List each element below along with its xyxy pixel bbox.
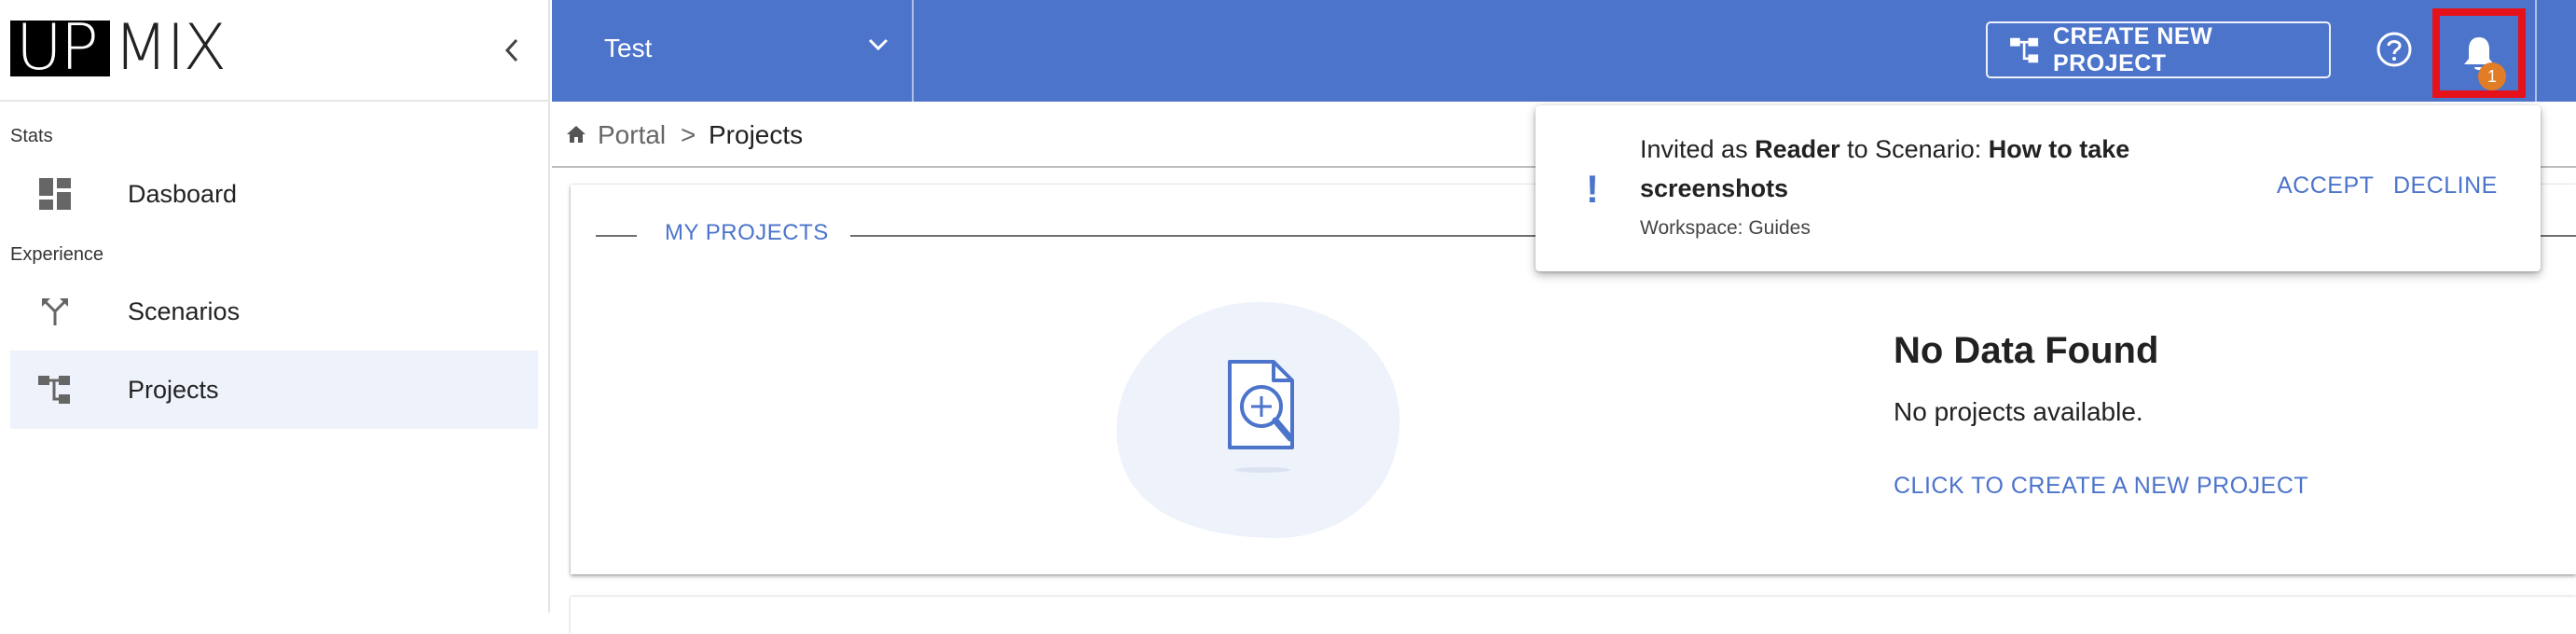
notification-role: Reader [1755, 135, 1840, 163]
create-new-project-label: CREATE NEW PROJECT [2053, 22, 2213, 76]
notification-count-badge: 1 [2478, 62, 2506, 90]
section-title: MY PROJECTS [665, 220, 829, 245]
breadcrumb-separator: > [681, 120, 696, 149]
divider [596, 235, 637, 237]
secondary-card [571, 597, 2576, 634]
sidebar-collapse-button[interactable] [498, 34, 526, 67]
sidebar: UP MIX Stats Dasboard Experience Scenari… [0, 0, 550, 613]
notification-popup: ! Invited as Reader to Scenario: How to … [1536, 105, 2541, 271]
sidebar-item-dashboard[interactable]: Dasboard [10, 155, 538, 233]
sidebar-section-stats: Stats [10, 126, 53, 146]
sidebar-item-projects[interactable]: Projects [10, 351, 538, 429]
empty-state-title: No Data Found [1894, 330, 2159, 371]
upmix-logo[interactable]: UP MIX [10, 11, 227, 85]
search-document-icon [1116, 301, 1400, 539]
breadcrumb-current: Projects [709, 120, 804, 149]
create-new-project-button[interactable]: CREATE NEW PROJECT [1986, 21, 2331, 78]
notification-message: Invited as Reader to Scenario: How to ta… [1640, 130, 2237, 208]
sidebar-item-scenarios[interactable]: Scenarios [10, 272, 538, 351]
workspace-select[interactable]: Test [552, 0, 914, 102]
breadcrumb-portal-link[interactable]: Portal [598, 120, 666, 150]
notification-text: Invited as [1640, 135, 1756, 163]
projects-icon [36, 371, 74, 408]
chevron-down-icon [868, 38, 889, 51]
dashboard-icon [36, 175, 74, 213]
topbar-divider [2535, 0, 2537, 102]
logo-up-text: UP [10, 17, 110, 80]
sidebar-item-label: Scenarios [128, 296, 241, 325]
decline-button[interactable]: DECLINE [2393, 172, 2498, 200]
sidebar-section-experience: Experience [10, 244, 104, 265]
home-icon[interactable] [566, 125, 586, 144]
workspace-name: Test [604, 34, 653, 62]
accept-button[interactable]: ACCEPT [2277, 172, 2374, 200]
sidebar-item-label: Projects [128, 375, 219, 404]
logo-mix-text: MIX [113, 11, 227, 85]
projects-icon [2010, 35, 2040, 65]
sidebar-header: UP MIX [0, 0, 550, 102]
notification-workspace: Workspace: Guides [1640, 217, 1811, 239]
notification-text: to Scenario: [1839, 135, 1989, 163]
sidebar-item-label: Dasboard [128, 179, 238, 208]
help-button[interactable] [2375, 30, 2414, 69]
scenarios-icon [36, 293, 74, 330]
help-icon [2376, 32, 2412, 67]
top-bar: Test CREATE NEW PROJECT 1 [552, 0, 2576, 102]
exclamation-icon: ! [1586, 167, 1599, 211]
create-project-link[interactable]: CLICK TO CREATE A NEW PROJECT [1894, 473, 2308, 500]
chevron-left-icon [504, 38, 518, 62]
notifications-button[interactable]: 1 [2432, 8, 2526, 98]
empty-state-description: No projects available. [1894, 397, 2143, 426]
